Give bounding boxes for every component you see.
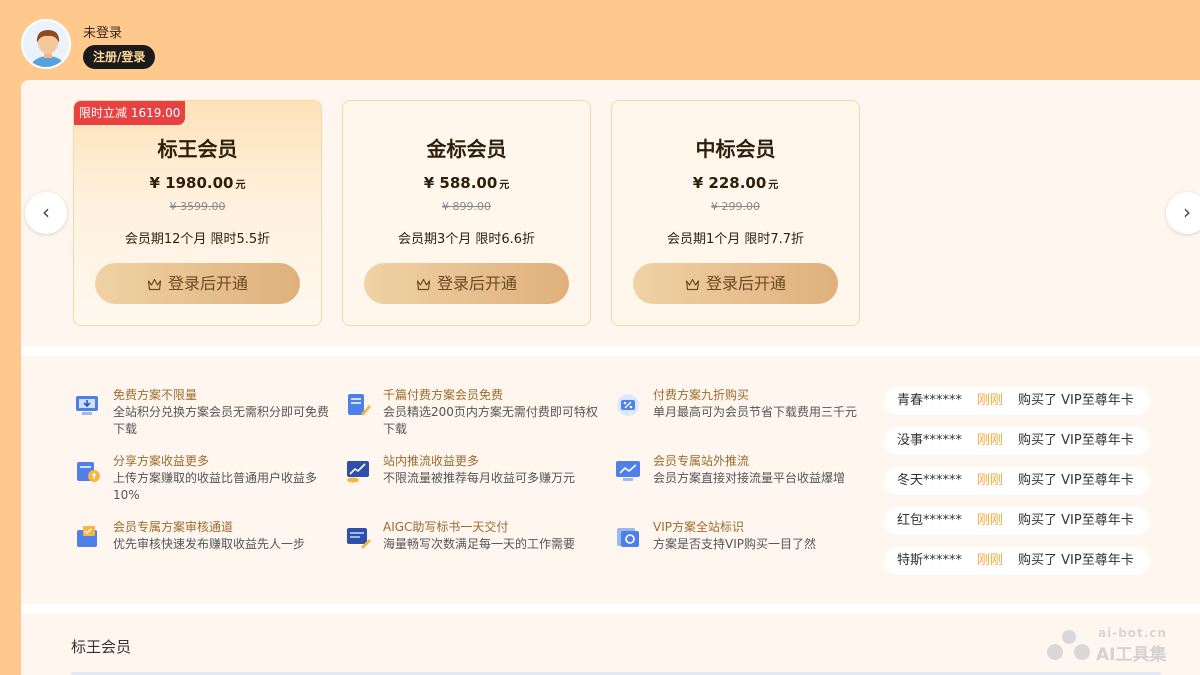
- buyer-name: 没事******: [897, 433, 963, 448]
- purchase-row: 青春****** 刚刚 购买了 VIP至尊年卡: [884, 387, 1150, 415]
- activate-after-login-button[interactable]: 登录后开通: [633, 263, 838, 304]
- purchase-action: 购买了 VIP至尊年卡: [1018, 433, 1134, 448]
- carousel-prev-button[interactable]: ‹: [25, 192, 67, 234]
- register-login-button[interactable]: 注册/登录: [83, 45, 156, 69]
- price-unit: 元: [499, 180, 510, 191]
- user-header: 未登录 注册/登录: [0, 0, 1200, 80]
- price-value: ¥ 588.00: [423, 174, 498, 192]
- review-box-icon: [77, 526, 97, 547]
- watermark-title: AI工具集: [1096, 645, 1167, 665]
- benefit-desc: 不限流量被推荐每月收益可多赚万元: [383, 471, 576, 485]
- plan-card-zhongbiao[interactable]: 中标会员 ¥ 228.00 元 ¥ 299.00 会员期1个月 限时7.7折 登录…: [611, 100, 860, 326]
- crown-icon: [147, 278, 162, 291]
- benefit-desc: 全站积分兑换方案会员无需积分即可免费下载: [113, 405, 330, 436]
- chevron-left-icon: ‹: [42, 200, 50, 224]
- benefit-desc: 会员方案直接对接流量平台收益爆增: [653, 471, 846, 485]
- plan-card-jinbiao[interactable]: 金标会员 ¥ 588.00 元 ¥ 899.00 会员期3个月 限时6.6折 登录…: [342, 100, 591, 326]
- plan-price: ¥ 1980.00 元: [74, 174, 321, 192]
- price-value: ¥ 228.00: [692, 174, 767, 192]
- benefit-title: 会员专属方案审核通道: [113, 520, 234, 534]
- benefit-desc: 优先审核快速发布赚取收益先人一步: [113, 537, 306, 551]
- price-value: ¥ 1980.00: [149, 174, 234, 192]
- chart-growth-icon: [347, 461, 369, 483]
- benefit-desc: 单月最高可为会员节省下载费用三千元: [653, 405, 858, 419]
- buyer-name: 特斯******: [897, 553, 963, 568]
- watermark-logo-icon: [1047, 630, 1090, 660]
- avatar[interactable]: [21, 19, 71, 69]
- plan-card-biaowang[interactable]: 限时立减 1619.00 标王会员 ¥ 1980.00 元 ¥ 3599.00 会…: [73, 100, 322, 326]
- crown-icon: [416, 278, 431, 291]
- section-title: 标王会员: [71, 638, 132, 656]
- plan-price: ¥ 228.00 元: [612, 174, 859, 192]
- buyer-name: 青春******: [897, 393, 963, 408]
- purchase-row: 冬天****** 刚刚 购买了 VIP至尊年卡: [884, 467, 1150, 495]
- user-avatar-icon: [23, 21, 69, 67]
- benefit-title: 千篇付费方案会员免费: [383, 388, 504, 402]
- buyer-name: 冬天******: [897, 473, 963, 488]
- discount-badge: 限时立减 1619.00: [74, 101, 186, 125]
- purchase-time: 刚刚: [977, 433, 1004, 448]
- original-price: ¥ 899.00: [442, 200, 491, 213]
- plan-period: 会员期3个月 限时6.6折: [397, 232, 536, 247]
- purchase-row: 红包****** 刚刚 购买了 VIP至尊年卡: [884, 507, 1150, 535]
- purchase-row: 特斯****** 刚刚 购买了 VIP至尊年卡: [884, 547, 1150, 575]
- purchase-action: 购买了 VIP至尊年卡: [1018, 553, 1134, 568]
- plan-name: 金标会员: [426, 137, 507, 161]
- purchase-time: 刚刚: [977, 553, 1004, 568]
- discount-chip-icon: [617, 394, 639, 416]
- carousel-next-button[interactable]: ›: [1166, 192, 1200, 234]
- crown-icon: [685, 278, 700, 291]
- benefit-desc: 上传方案赚取的收益比普通用户收益多10%: [113, 471, 318, 502]
- vip-tag-icon: [617, 528, 639, 547]
- plan-name: 标王会员: [157, 137, 238, 161]
- activate-after-login-button[interactable]: 登录后开通: [95, 263, 300, 304]
- purchase-time: 刚刚: [977, 513, 1004, 528]
- document-pen-icon: [348, 394, 371, 416]
- watermark-domain: ai-bot.cn: [1098, 626, 1167, 640]
- purchase-action: 购买了 VIP至尊年卡: [1018, 473, 1134, 488]
- benefit-title: 站内推流收益更多: [383, 454, 480, 468]
- purchase-time: 刚刚: [977, 393, 1004, 408]
- benefit-title: AIGC助写标书一天交付: [383, 520, 509, 534]
- purchase-time: 刚刚: [977, 473, 1004, 488]
- buyer-name: 红包******: [897, 513, 963, 528]
- purchase-action: 购买了 VIP至尊年卡: [1018, 513, 1134, 528]
- benefit-title: 付费方案九折购买: [653, 388, 750, 402]
- membership-panel: 限时立减 1619.00 标王会员 ¥ 1980.00 元 ¥ 3599.00 会…: [21, 80, 1200, 675]
- button-label: 登录后开通: [167, 274, 248, 293]
- benefit-desc: 方案是否支持VIP购买一目了然: [653, 537, 816, 551]
- price-unit: 元: [768, 180, 779, 191]
- plans-carousel: 限时立减 1619.00 标王会员 ¥ 1980.00 元 ¥ 3599.00 会…: [21, 80, 1200, 346]
- benefit-title: VIP方案全站标识: [653, 520, 744, 534]
- benefit-desc: 会员精选200页内方案无需付费即可特权下载: [383, 405, 598, 436]
- plan-price: ¥ 588.00 元: [343, 174, 590, 192]
- share-coin-icon: [77, 462, 100, 482]
- button-label: 登录后开通: [436, 274, 517, 293]
- section-divider: [21, 604, 1200, 614]
- screen-broadcast-icon: [616, 461, 640, 481]
- plan-period: 会员期12个月 限时5.5折: [124, 232, 271, 247]
- benefit-desc: 海量畅写次数满足每一天的工作需要: [383, 537, 576, 551]
- benefit-title: 分享方案收益更多: [113, 454, 210, 468]
- ai-writing-icon: [347, 528, 371, 549]
- activate-after-login-button[interactable]: 登录后开通: [364, 263, 569, 304]
- original-price: ¥ 3599.00: [169, 200, 226, 213]
- benefit-title: 免费方案不限量: [113, 388, 198, 402]
- login-status: 未登录: [83, 26, 123, 41]
- plan-name: 中标会员: [695, 137, 776, 161]
- benefit-title: 会员专属站外推流: [653, 454, 750, 468]
- price-unit: 元: [235, 180, 246, 191]
- watermark-logo: ai-bot.cn AI工具集: [1046, 626, 1186, 666]
- chevron-right-icon: ›: [1183, 200, 1191, 224]
- button-label: 登录后开通: [705, 274, 786, 293]
- purchase-row: 没事****** 刚刚 购买了 VIP至尊年卡: [884, 427, 1150, 455]
- download-monitor-icon: [76, 396, 98, 415]
- purchase-action: 购买了 VIP至尊年卡: [1018, 393, 1134, 408]
- original-price: ¥ 299.00: [711, 200, 760, 213]
- plan-period: 会员期1个月 限时7.7折: [666, 232, 805, 247]
- section-divider: [21, 346, 1200, 356]
